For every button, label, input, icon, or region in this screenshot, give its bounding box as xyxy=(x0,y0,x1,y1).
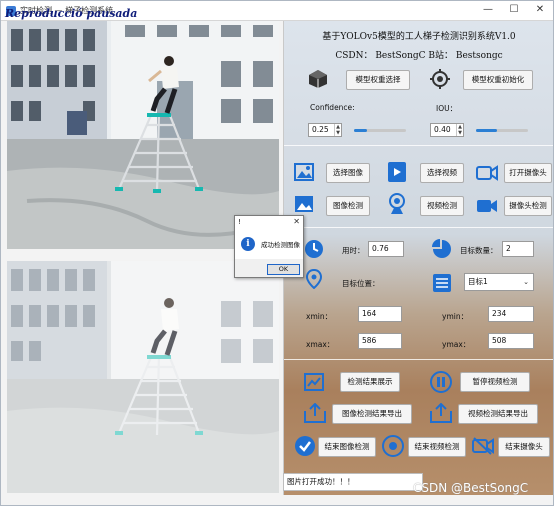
confidence-slider[interactable] xyxy=(354,129,406,132)
camera-outline-icon xyxy=(476,165,498,181)
target-icon xyxy=(430,69,450,89)
detection-image xyxy=(7,261,279,493)
export-icon xyxy=(304,403,326,423)
pause-video-button[interactable]: 暂停视频检测 xyxy=(460,372,530,392)
csdn-watermark: CSDN @BestSongC xyxy=(413,481,529,495)
cube-icon xyxy=(309,70,327,88)
xmin-label: xmin： xyxy=(306,312,333,321)
minimize-button[interactable]: — xyxy=(475,1,501,20)
location-pin-icon xyxy=(305,269,323,289)
pie-chart-icon xyxy=(432,239,451,258)
target-select-dropdown[interactable]: 目标1 ⌄ xyxy=(464,273,534,291)
control-panel: 基于YOLOv5模型的工人梯子检测识别系统V1.0 CSDN： BestSong… xyxy=(283,21,553,495)
iou-spinbox[interactable]: 0.40 ▲ ▼ xyxy=(430,123,464,137)
target-count-field[interactable]: 2 xyxy=(502,241,534,257)
model-weight-init-button[interactable]: 模型权重初始化 xyxy=(463,70,533,90)
spin-arrows-icon[interactable]: ▲ ▼ xyxy=(456,124,463,136)
pause-icon xyxy=(430,371,452,393)
iou-label: IOU： xyxy=(436,104,458,113)
ymax-label: ymax： xyxy=(442,340,471,349)
check-circle-icon xyxy=(295,436,315,456)
spin-arrows-icon[interactable]: ▲ ▼ xyxy=(334,124,341,136)
stop-circle-icon xyxy=(382,435,404,457)
dialog-close-button[interactable]: ✕ xyxy=(293,216,300,228)
app-title: 基于YOLOv5模型的工人梯子检测识别系统V1.0 xyxy=(322,32,516,42)
ymin-field[interactable]: 234 xyxy=(488,306,534,322)
export-image-results-button[interactable]: 图像检测结果导出 xyxy=(332,404,412,424)
app-window: 实时检测 — 梯子检测系统 — ☐ ✕ Reproducció pausada xyxy=(0,0,554,506)
xmax-field[interactable]: 586 xyxy=(358,333,402,349)
clock-icon xyxy=(305,240,323,258)
xmin-field[interactable]: 164 xyxy=(358,306,402,322)
image-detect-button[interactable]: 图像检测 xyxy=(326,196,370,216)
video-detect-button[interactable]: 视频检测 xyxy=(420,196,464,216)
show-results-button[interactable]: 检测结果展示 xyxy=(340,372,400,392)
camera-filled-icon xyxy=(477,200,497,212)
confidence-spinbox[interactable]: 0.25 ▲ ▼ xyxy=(308,123,342,137)
detection-image-panel xyxy=(7,261,279,493)
xmax-label: xmax： xyxy=(306,340,335,349)
section-divider xyxy=(284,145,553,146)
target-count-label: 目标数量： xyxy=(460,246,498,255)
playback-paused-watermark: Reproducció pausada xyxy=(5,7,138,20)
image-icon xyxy=(294,163,314,181)
dialog-ok-button[interactable]: OK xyxy=(267,264,300,275)
grid-select-icon xyxy=(433,274,451,292)
camera-off-icon xyxy=(472,437,494,455)
ymax-field[interactable]: 508 xyxy=(488,333,534,349)
confidence-slider-fill xyxy=(354,129,367,132)
end-image-detect-button[interactable]: 结束图像检测 xyxy=(318,437,376,457)
chevron-down-icon: ⌄ xyxy=(523,278,529,286)
chart-display-icon xyxy=(304,373,324,391)
message-dialog: ! ✕ i 成功检测图像 OK xyxy=(234,215,304,278)
export-video-results-button[interactable]: 视频检测结果导出 xyxy=(458,404,538,424)
video-file-icon xyxy=(388,162,406,182)
end-camera-button[interactable]: 结束摄像头 xyxy=(498,437,550,457)
close-button[interactable]: ✕ xyxy=(527,1,553,20)
status-message-field[interactable]: 图片打开成功！！！ xyxy=(283,473,423,491)
maximize-button[interactable]: ☐ xyxy=(501,1,527,20)
iou-slider[interactable] xyxy=(476,129,528,132)
time-field[interactable]: 0.76 xyxy=(368,241,404,257)
model-weight-select-button[interactable]: 模型权重选择 xyxy=(346,70,410,90)
dialog-message: 成功检测图像 xyxy=(261,241,300,249)
section-divider xyxy=(284,359,553,360)
image-scan-icon xyxy=(295,196,313,212)
time-label: 用时： xyxy=(342,246,365,255)
iou-value: 0.40 xyxy=(434,125,451,134)
ymin-label: ymin： xyxy=(442,312,469,321)
confidence-label: Confidence: xyxy=(310,103,355,112)
dialog-title-bar: ! ✕ xyxy=(235,216,303,229)
author-line: CSDN： BestSongC B站： Bestsongc xyxy=(335,51,503,61)
export-icon xyxy=(430,403,452,423)
info-icon: i xyxy=(241,237,255,251)
select-image-button[interactable]: 选择图像 xyxy=(326,163,370,183)
target-select-value: 目标1 xyxy=(468,277,488,286)
iou-slider-fill xyxy=(476,129,497,132)
dialog-body: i 成功检测图像 xyxy=(235,229,303,259)
webcam-icon xyxy=(389,193,405,214)
end-video-detect-button[interactable]: 结束视频检测 xyxy=(408,437,466,457)
target-position-label: 目标位置： xyxy=(342,279,380,288)
section-divider xyxy=(284,227,553,228)
dialog-title: ! xyxy=(238,218,241,226)
open-camera-button[interactable]: 打开摄像头 xyxy=(504,163,552,183)
camera-detect-button[interactable]: 摄像头检测 xyxy=(504,196,552,216)
select-video-button[interactable]: 选择视频 xyxy=(420,163,464,183)
confidence-value: 0.25 xyxy=(312,125,329,134)
